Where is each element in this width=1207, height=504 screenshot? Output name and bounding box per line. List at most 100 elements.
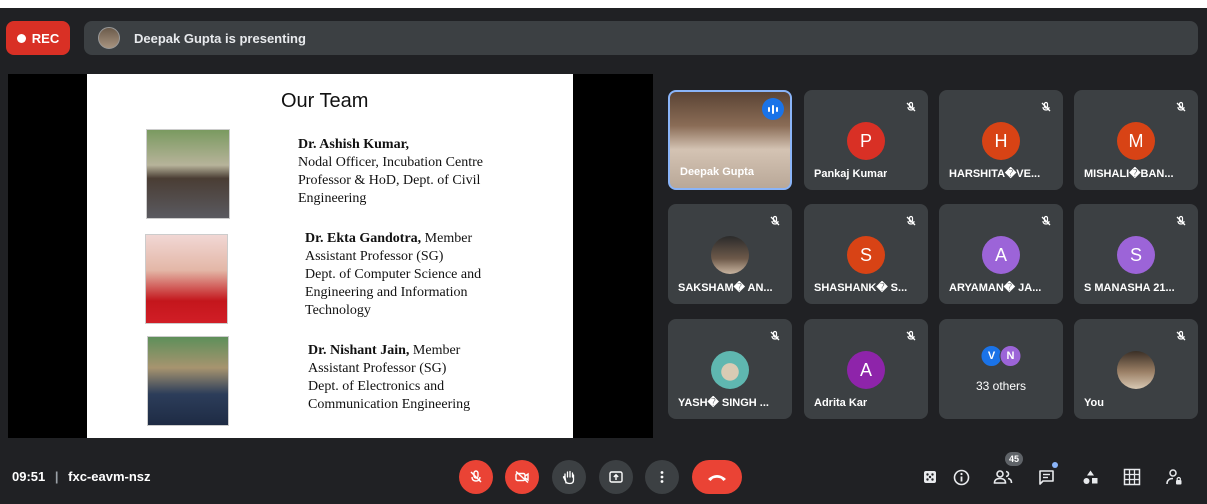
participant-avatar: S (1117, 236, 1155, 274)
mic-off-icon (766, 212, 784, 230)
participant-tile[interactable]: A ARYAMAN� JA... (939, 204, 1063, 304)
participant-tile[interactable]: M MISHALI�BAN... (1074, 90, 1198, 190)
presenter-avatar (98, 27, 120, 49)
participant-avatar (1117, 351, 1155, 389)
participant-tile[interactable]: S SHASHANK� S... (804, 204, 928, 304)
member-line: Engineering and Information (305, 285, 468, 300)
participant-name: HARSHITA�VE... (949, 168, 1041, 180)
participant-name: Adrita Kar (814, 397, 868, 409)
present-icon (609, 471, 623, 483)
separator: | (54, 469, 59, 484)
self-tile[interactable]: You (1074, 319, 1198, 419)
member-line: Technology (305, 303, 371, 318)
top-strip (0, 0, 1207, 8)
shapes-icon (1083, 470, 1097, 484)
participant-name: SHASHANK� S... (814, 282, 908, 294)
clock-time: 09:51 (12, 469, 46, 484)
member-block-3: Dr. Nishant Jain, Member Assistant Profe… (308, 342, 538, 414)
participant-tile[interactable]: P Pankaj Kumar (804, 90, 928, 190)
meeting-details-button[interactable] (951, 467, 971, 487)
member-line: Nodal Officer, Incubation Centre (298, 155, 484, 170)
participant-tile-deepak-gupta[interactable]: Deepak Gupta (668, 90, 792, 190)
apps-icon (924, 471, 936, 483)
more-options-button[interactable] (645, 460, 679, 494)
camera-toggle-button[interactable] (505, 460, 539, 494)
rec-label: REC (31, 30, 60, 46)
presenting-banner[interactable]: Deepak Gupta is presenting (84, 21, 1198, 55)
mic-off-icon (1172, 98, 1190, 116)
more-vert-icon (660, 471, 664, 483)
meeting-code: fxc-eavm-nsz (68, 469, 151, 484)
participant-tile[interactable]: S S MANASHA 21... (1074, 204, 1198, 304)
record-dot-icon (16, 33, 26, 43)
presentation-slide: Our Team Dr. Ashish Kumar, Nodal Officer… (87, 74, 573, 438)
participant-name: You (1084, 397, 1104, 409)
member-photo-2 (145, 234, 228, 324)
participant-tile[interactable]: A Adrita Kar (804, 319, 928, 419)
people-icon (993, 470, 1013, 484)
member-line: Assistant Professor (SG) (308, 361, 447, 376)
host-controls-button[interactable] (1164, 467, 1184, 487)
mic-off-icon (1037, 98, 1055, 116)
mic-toggle-button[interactable] (459, 460, 493, 494)
participant-tile[interactable]: H HARSHITA�VE... (939, 90, 1063, 190)
participant-name: YASH� SINGH ... (678, 397, 769, 409)
mic-off-icon (1037, 212, 1055, 230)
people-button[interactable] (993, 467, 1013, 487)
member-block-2: Dr. Ekta Gandotra, Member Assistant Prof… (305, 230, 535, 320)
speaking-icon (762, 98, 784, 120)
hand-icon (562, 470, 575, 485)
meeting-info: 09:51 | fxc-eavm-nsz (12, 469, 151, 484)
mic-off-icon (1172, 212, 1190, 230)
member-photo-1 (146, 129, 230, 219)
member-name: Dr. Ekta Gandotra, (305, 231, 422, 246)
grid-icon (1123, 468, 1141, 486)
participant-name: ARYAMAN� JA... (949, 282, 1042, 294)
mic-off-icon (902, 98, 920, 116)
participant-name: Pankaj Kumar (814, 168, 888, 180)
mic-off-icon (766, 327, 784, 345)
member-line: Communication Engineering (308, 397, 471, 412)
participant-avatar: A (982, 236, 1020, 274)
participant-avatar: P (847, 122, 885, 160)
participant-tile[interactable]: YASH� SINGH ... (668, 319, 792, 419)
others-count: 33 others (975, 379, 1027, 393)
member-block-1: Dr. Ashish Kumar, Nodal Officer, Incubat… (298, 136, 518, 208)
member-photo-3 (147, 336, 229, 426)
participant-name: S MANASHA 21... (1084, 282, 1175, 294)
leave-call-button[interactable] (692, 460, 742, 494)
participant-avatar: A (847, 351, 885, 389)
mic-off-icon (902, 327, 920, 345)
others-tile[interactable]: V N 33 others (939, 319, 1063, 419)
participant-tile[interactable]: SAKSHAM� AN... (668, 204, 792, 304)
participant-avatar: S (847, 236, 885, 274)
participant-name: MISHALI�BAN... (1084, 168, 1174, 180)
presenting-text: Deepak Gupta is presenting (134, 30, 306, 46)
activities-shapes-button[interactable] (1080, 467, 1100, 487)
person-lock-icon (1166, 469, 1182, 485)
participant-avatar: H (982, 122, 1020, 160)
member-line: Engineering (298, 191, 367, 206)
others-avatars: V N (980, 345, 1022, 367)
mic-off-icon (902, 212, 920, 230)
participant-avatar (711, 236, 749, 274)
participant-count-badge: 45 (1005, 452, 1023, 466)
participant-name: SAKSHAM� AN... (678, 282, 773, 294)
change-layout-button[interactable] (1122, 467, 1142, 487)
chat-button[interactable] (1036, 467, 1056, 487)
member-line: Dept. of Computer Science and (305, 267, 482, 282)
member-name: Dr. Ashish Kumar, (298, 137, 410, 152)
camera-off-icon (515, 470, 529, 484)
member-line: Assistant Professor (SG) (305, 249, 444, 264)
mic-off-icon (1172, 327, 1190, 345)
participant-avatar: N (999, 345, 1022, 367)
info-icon (953, 469, 969, 485)
raise-hand-button[interactable] (552, 460, 586, 494)
participant-name: Deepak Gupta (680, 166, 754, 178)
chat-icon (1038, 469, 1054, 485)
chat-notification-dot (1052, 462, 1058, 468)
activities-button[interactable] (920, 467, 940, 487)
member-name: Dr. Nishant Jain, (308, 343, 410, 358)
present-now-button[interactable] (599, 460, 633, 494)
participant-avatar (711, 351, 749, 389)
